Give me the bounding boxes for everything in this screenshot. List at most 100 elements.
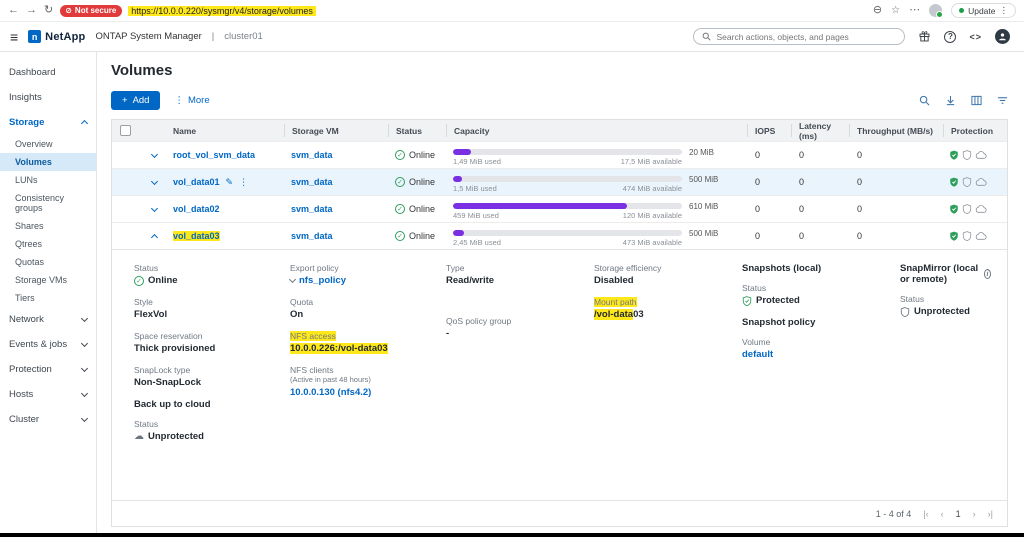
available-label: 473 MiB available [623,238,682,247]
export-policy-link[interactable]: nfs_policy [299,275,346,286]
help-icon[interactable]: ? [944,31,956,43]
row-expand-icon[interactable] [142,181,166,184]
details-col-1: Status ✓Online Style FlexVol Space reser… [134,263,284,453]
global-search[interactable] [693,28,905,45]
sidebar-item-qtrees[interactable]: Qtrees [0,235,96,253]
type-field: Type Read/write [446,263,588,286]
add-label: Add [133,95,150,106]
row-expand-icon[interactable] [142,208,166,211]
browser-profile-avatar[interactable] [929,4,942,17]
zoom-out-icon[interactable]: ⊖ [873,5,882,16]
sidebar-item-volumes[interactable]: Volumes [0,153,96,171]
table-row[interactable]: vol_data02 svm_data ✓Online 459 MiB used… [112,195,1007,222]
prev-page-icon[interactable]: ‹ [941,509,944,519]
sidebar-item-dashboard[interactable]: Dashboard [0,60,96,85]
col-name[interactable]: Name [166,124,284,137]
browser-update-button[interactable]: Update ⋮ [951,3,1016,18]
snapshot-policy-link[interactable]: default [742,349,773,360]
sidebar-item-storage-vms[interactable]: Storage VMs [0,271,96,289]
extensions-icon[interactable]: ⋯ [909,5,920,16]
sidebar-item-insights[interactable]: Insights [0,85,96,110]
mount-path-field: Mount path /vol-data03 [594,297,736,320]
sidebar-item-events-jobs[interactable]: Events & jobs [0,332,96,357]
chevron-down-icon [81,415,88,422]
url-text[interactable]: https://10.0.0.220/sysmgr/v4/storage/vol… [128,6,316,16]
sidebar-item-tiers[interactable]: Tiers [0,289,96,307]
user-avatar[interactable] [995,29,1010,44]
svm-link[interactable]: svm_data [291,204,333,214]
whats-new-gift-icon[interactable] [918,30,931,43]
sidebar-item-hosts[interactable]: Hosts [0,382,96,407]
sidebar-item-network[interactable]: Network [0,307,96,332]
bookmark-star-icon[interactable]: ☆ [891,5,900,16]
table-row[interactable]: vol_data03 svm_data ✓Online 2,45 MiB use… [112,222,1007,249]
col-storage-vm[interactable]: Storage VM [284,124,388,137]
row-kebab-icon[interactable]: ⋮ [239,177,248,188]
shield-check-icon [949,177,959,187]
col-capacity[interactable]: Capacity [446,124,747,137]
download-icon[interactable] [945,95,956,106]
header-actions: ? <> [693,28,1010,45]
edit-pencil-icon[interactable]: ✎ [226,177,234,188]
sidebar-item-overview[interactable]: Overview [0,135,96,153]
svm-link[interactable]: svm_data [291,150,333,160]
netapp-logo[interactable]: n NetApp [28,30,85,43]
row-expand-icon[interactable] [142,154,166,157]
more-button[interactable]: ⋮ More [174,95,209,106]
col-throughput[interactable]: Throughput (MB/s) [849,124,943,137]
netapp-brand-text: NetApp [45,31,85,43]
col-latency[interactable]: Latency (ms) [791,124,849,137]
not-secure-badge[interactable]: ⊘ Not secure [60,5,122,17]
sidebar-item-storage[interactable]: Storage [0,110,96,135]
add-button[interactable]: + Add [111,91,160,110]
next-page-icon[interactable]: › [973,509,976,519]
columns-icon[interactable] [971,95,982,106]
browser-reload-icon[interactable]: ↻ [44,5,53,16]
chevron-down-icon[interactable] [289,276,296,283]
sidebar-label: Cluster [9,414,39,425]
address-bar[interactable]: ⊘ Not secure https://10.0.0.220/sysmgr/v… [60,3,866,19]
sidebar-item-shares[interactable]: Shares [0,217,96,235]
global-search-input[interactable] [716,32,896,42]
snapshots-heading: Snapshots (local) [742,263,894,274]
browser-forward-icon[interactable]: → [26,5,37,16]
browser-back-icon[interactable]: ← [8,5,19,16]
svm-link[interactable]: svm_data [291,177,333,187]
sidebar-item-cluster[interactable]: Cluster [0,407,96,432]
sidebar-item-consistency-groups[interactable]: Consistency groups [0,189,96,217]
throughput-value: 0 [849,231,943,241]
sidebar-item-protection[interactable]: Protection [0,357,96,382]
api-code-icon[interactable]: <> [969,32,982,42]
select-all-checkbox[interactable] [120,125,131,136]
quota-field: Quota On [290,297,440,320]
qos-field: QoS policy group - [446,316,588,339]
col-protection[interactable]: Protection [943,124,1007,137]
search-table-icon[interactable] [919,95,930,106]
check-circle-icon: ✓ [134,276,144,286]
row-collapse-icon[interactable] [142,233,166,240]
col-iops[interactable]: IOPS [747,124,791,137]
table-row[interactable]: vol_data01✎⋮ svm_data ✓Online 1,5 MiB us… [112,168,1007,195]
sidebar-item-quotas[interactable]: Quotas [0,253,96,271]
first-page-icon[interactable]: |‹ [923,509,928,519]
volume-link[interactable]: root_vol_svm_data [173,150,255,160]
table-row[interactable]: root_vol_svm_data svm_data ✓Online 1,49 … [112,141,1007,168]
last-page-icon[interactable]: ›| [988,509,993,519]
col-status[interactable]: Status [388,124,446,137]
volume-link[interactable]: vol_data03 [173,231,220,241]
svm-link[interactable]: svm_data [291,231,333,241]
cloud-outline-icon [975,177,987,187]
info-icon[interactable]: i [984,269,991,279]
browser-menu-icon[interactable]: ⋮ [1000,5,1009,16]
current-page[interactable]: 1 [956,509,961,519]
available-label: 474 MiB available [623,184,682,193]
volume-link[interactable]: vol_data01 [173,177,220,187]
nfs-client-link[interactable]: 10.0.0.130 (nfs4.2) [290,387,371,398]
latency-value: 0 [791,231,849,241]
sidebar-item-luns[interactable]: LUNs [0,171,96,189]
filter-icon[interactable] [997,95,1008,106]
status-text: Online [409,177,435,187]
volume-link[interactable]: vol_data02 [173,204,220,214]
update-dot-icon [959,8,964,13]
hamburger-menu-icon[interactable]: ≡ [10,29,18,45]
